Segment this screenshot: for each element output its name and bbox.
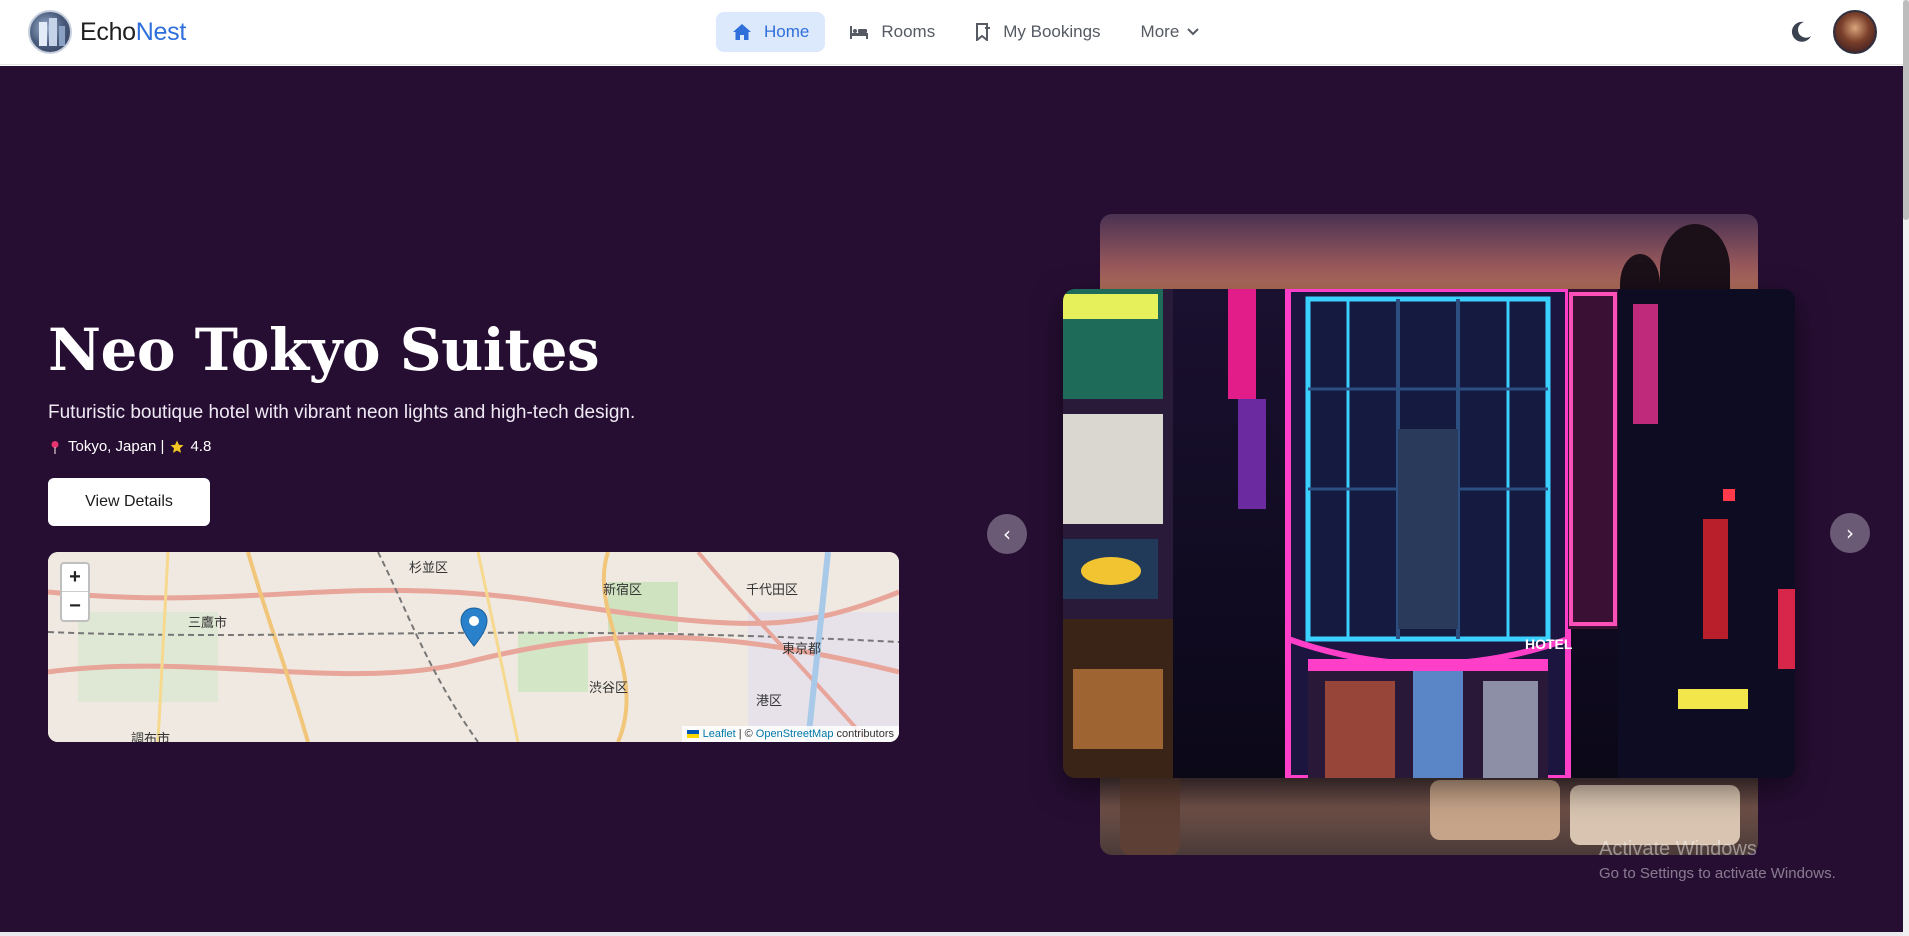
bookmark-icon <box>976 23 991 41</box>
watermark-line2: Go to Settings to activate Windows. <box>1599 865 1836 882</box>
location-pin-icon <box>51 440 59 454</box>
nav-rooms-label: Rooms <box>881 22 936 41</box>
hotel-rating: 4.8 <box>190 438 212 455</box>
brand-logo <box>28 10 72 54</box>
nav-rooms[interactable]: Rooms <box>833 12 951 52</box>
hotel-sign-text: HOTEL <box>1525 636 1573 652</box>
map-label: 千代田区 <box>746 582 799 597</box>
hotel-meta: Tokyo, Japan | 4.8 <box>50 438 211 455</box>
star-icon <box>170 440 184 453</box>
nav-home-label: Home <box>764 22 810 41</box>
bed-icon <box>850 26 869 39</box>
neon-hotel-facade-image: HOTEL <box>1063 289 1795 778</box>
brand[interactable]: EchoNest <box>28 10 186 54</box>
windows-activation-watermark: Activate Windows Go to Settings to activ… <box>1599 838 1836 882</box>
nav-my-bookings[interactable]: My Bookings <box>959 12 1116 52</box>
map-label: 杉並区 <box>409 560 449 575</box>
map-marker-icon[interactable] <box>460 607 488 647</box>
scrollbar-thumb[interactable] <box>1903 0 1909 220</box>
brand-name: EchoNest <box>80 18 186 47</box>
user-avatar[interactable] <box>1833 10 1877 54</box>
nav-home[interactable]: Home <box>716 12 826 52</box>
view-details-button[interactable]: View Details <box>48 478 210 526</box>
zoom-out-button[interactable]: − <box>62 592 88 620</box>
home-icon <box>733 24 751 40</box>
map-label: 東京都 <box>782 641 822 656</box>
page-scrollbar[interactable] <box>1903 0 1909 936</box>
page-bottom-edge <box>0 932 1903 936</box>
attribution-suffix: contributors <box>836 728 894 740</box>
hotel-location: Tokyo, Japan | <box>68 438 165 455</box>
map-label: 新宿区 <box>603 582 643 597</box>
main-nav: Home Rooms My Bookings More <box>716 12 1223 52</box>
map-label: 調布市 <box>131 731 171 742</box>
moon-icon[interactable] <box>1789 20 1813 44</box>
map-label: 港区 <box>756 693 783 708</box>
brand-name-part2: Nest <box>135 17 187 46</box>
top-navbar: EchoNest Home Rooms My Bookings More <box>0 0 1903 65</box>
map-label: 渋谷区 <box>589 680 629 695</box>
carousel-main-image[interactable]: HOTEL <box>1063 289 1795 778</box>
attribution-separator: | © <box>738 728 753 740</box>
carousel-next-button[interactable]: › <box>1830 513 1870 553</box>
hotel-title: Neo Tokyo Suites <box>48 316 600 384</box>
nav-more-label: More <box>1140 22 1180 41</box>
brand-name-part1: Echo <box>80 17 136 46</box>
openstreetmap-link[interactable]: OpenStreetMap <box>756 728 834 740</box>
map-attribution: Leaflet | © OpenStreetMap contributors <box>681 726 899 742</box>
carousel-prev-button[interactable]: ‹ <box>987 514 1027 554</box>
nav-more-dropdown[interactable]: More <box>1125 12 1216 52</box>
zoom-in-button[interactable]: + <box>62 564 88 592</box>
ukraine-flag-icon <box>686 730 699 738</box>
leaflet-link[interactable]: Leaflet <box>703 728 736 740</box>
chevron-down-icon <box>1187 28 1199 36</box>
map-label: 三鷹市 <box>188 615 228 630</box>
location-map[interactable]: + − 杉並区 新宿区 千代田区 三鷹市 東京都 渋谷区 港区 調布市 Leaf… <box>48 552 899 742</box>
nav-my-bookings-label: My Bookings <box>1003 22 1101 41</box>
watermark-line1: Activate Windows <box>1599 838 1757 860</box>
hotel-subtitle: Futuristic boutique hotel with vibrant n… <box>48 402 636 423</box>
map-zoom-control: + − <box>60 562 90 622</box>
